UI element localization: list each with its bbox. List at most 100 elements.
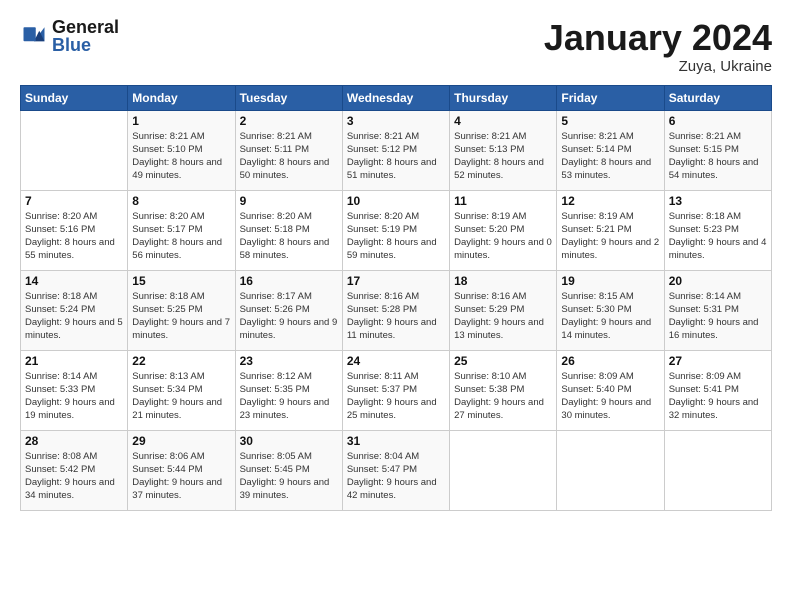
day-info: Sunrise: 8:18 AMSunset: 5:25 PMDaylight:… — [132, 290, 230, 343]
col-thursday: Thursday — [450, 85, 557, 110]
col-tuesday: Tuesday — [235, 85, 342, 110]
calendar-cell: 18 Sunrise: 8:16 AMSunset: 5:29 PMDaylig… — [450, 270, 557, 350]
day-number: 13 — [669, 194, 767, 208]
day-number: 6 — [669, 114, 767, 128]
calendar-cell: 22 Sunrise: 8:13 AMSunset: 5:34 PMDaylig… — [128, 350, 235, 430]
calendar-week-4: 21 Sunrise: 8:14 AMSunset: 5:33 PMDaylig… — [21, 350, 772, 430]
calendar-cell: 16 Sunrise: 8:17 AMSunset: 5:26 PMDaylig… — [235, 270, 342, 350]
calendar-cell: 7 Sunrise: 8:20 AMSunset: 5:16 PMDayligh… — [21, 190, 128, 270]
day-info: Sunrise: 8:20 AMSunset: 5:19 PMDaylight:… — [347, 210, 445, 263]
calendar-cell: 21 Sunrise: 8:14 AMSunset: 5:33 PMDaylig… — [21, 350, 128, 430]
day-number: 12 — [561, 194, 659, 208]
title-block: January 2024 Zuya, Ukraine — [544, 18, 772, 75]
calendar-cell: 17 Sunrise: 8:16 AMSunset: 5:28 PMDaylig… — [342, 270, 449, 350]
col-monday: Monday — [128, 85, 235, 110]
day-number: 11 — [454, 194, 552, 208]
col-friday: Friday — [557, 85, 664, 110]
calendar-cell: 4 Sunrise: 8:21 AMSunset: 5:13 PMDayligh… — [450, 110, 557, 190]
calendar-cell — [21, 110, 128, 190]
day-info: Sunrise: 8:20 AMSunset: 5:16 PMDaylight:… — [25, 210, 123, 263]
calendar-cell: 11 Sunrise: 8:19 AMSunset: 5:20 PMDaylig… — [450, 190, 557, 270]
calendar-cell: 2 Sunrise: 8:21 AMSunset: 5:11 PMDayligh… — [235, 110, 342, 190]
calendar-header-row: Sunday Monday Tuesday Wednesday Thursday… — [21, 85, 772, 110]
day-number: 23 — [240, 354, 338, 368]
calendar-week-3: 14 Sunrise: 8:18 AMSunset: 5:24 PMDaylig… — [21, 270, 772, 350]
month-title: January 2024 — [544, 18, 772, 58]
calendar-cell: 8 Sunrise: 8:20 AMSunset: 5:17 PMDayligh… — [128, 190, 235, 270]
calendar-cell: 20 Sunrise: 8:14 AMSunset: 5:31 PMDaylig… — [664, 270, 771, 350]
calendar-cell: 9 Sunrise: 8:20 AMSunset: 5:18 PMDayligh… — [235, 190, 342, 270]
location: Zuya, Ukraine — [544, 58, 772, 75]
day-info: Sunrise: 8:19 AMSunset: 5:21 PMDaylight:… — [561, 210, 659, 263]
calendar-cell: 26 Sunrise: 8:09 AMSunset: 5:40 PMDaylig… — [557, 350, 664, 430]
day-info: Sunrise: 8:21 AMSunset: 5:11 PMDaylight:… — [240, 130, 338, 183]
calendar-cell — [664, 430, 771, 510]
logo-icon — [20, 22, 48, 50]
day-info: Sunrise: 8:09 AMSunset: 5:41 PMDaylight:… — [669, 370, 767, 423]
calendar-cell: 23 Sunrise: 8:12 AMSunset: 5:35 PMDaylig… — [235, 350, 342, 430]
day-number: 28 — [25, 434, 123, 448]
day-number: 4 — [454, 114, 552, 128]
calendar-cell: 24 Sunrise: 8:11 AMSunset: 5:37 PMDaylig… — [342, 350, 449, 430]
logo-text: General Blue — [52, 18, 119, 54]
calendar-cell — [450, 430, 557, 510]
calendar-cell: 25 Sunrise: 8:10 AMSunset: 5:38 PMDaylig… — [450, 350, 557, 430]
day-info: Sunrise: 8:16 AMSunset: 5:29 PMDaylight:… — [454, 290, 552, 343]
calendar-cell: 14 Sunrise: 8:18 AMSunset: 5:24 PMDaylig… — [21, 270, 128, 350]
day-info: Sunrise: 8:21 AMSunset: 5:12 PMDaylight:… — [347, 130, 445, 183]
day-number: 14 — [25, 274, 123, 288]
day-number: 20 — [669, 274, 767, 288]
logo-blue: Blue — [52, 36, 119, 54]
calendar-table: Sunday Monday Tuesday Wednesday Thursday… — [20, 85, 772, 511]
calendar-cell: 28 Sunrise: 8:08 AMSunset: 5:42 PMDaylig… — [21, 430, 128, 510]
day-number: 27 — [669, 354, 767, 368]
day-info: Sunrise: 8:12 AMSunset: 5:35 PMDaylight:… — [240, 370, 338, 423]
calendar-cell: 19 Sunrise: 8:15 AMSunset: 5:30 PMDaylig… — [557, 270, 664, 350]
day-info: Sunrise: 8:11 AMSunset: 5:37 PMDaylight:… — [347, 370, 445, 423]
col-sunday: Sunday — [21, 85, 128, 110]
day-number: 2 — [240, 114, 338, 128]
day-number: 26 — [561, 354, 659, 368]
day-info: Sunrise: 8:14 AMSunset: 5:33 PMDaylight:… — [25, 370, 123, 423]
day-info: Sunrise: 8:21 AMSunset: 5:14 PMDaylight:… — [561, 130, 659, 183]
calendar-cell: 30 Sunrise: 8:05 AMSunset: 5:45 PMDaylig… — [235, 430, 342, 510]
header: General Blue January 2024 Zuya, Ukraine — [20, 18, 772, 75]
logo: General Blue — [20, 18, 119, 54]
calendar-cell: 31 Sunrise: 8:04 AMSunset: 5:47 PMDaylig… — [342, 430, 449, 510]
calendar-cell: 6 Sunrise: 8:21 AMSunset: 5:15 PMDayligh… — [664, 110, 771, 190]
day-info: Sunrise: 8:20 AMSunset: 5:18 PMDaylight:… — [240, 210, 338, 263]
day-info: Sunrise: 8:21 AMSunset: 5:13 PMDaylight:… — [454, 130, 552, 183]
day-info: Sunrise: 8:08 AMSunset: 5:42 PMDaylight:… — [25, 450, 123, 503]
calendar-cell: 12 Sunrise: 8:19 AMSunset: 5:21 PMDaylig… — [557, 190, 664, 270]
calendar-week-5: 28 Sunrise: 8:08 AMSunset: 5:42 PMDaylig… — [21, 430, 772, 510]
day-number: 30 — [240, 434, 338, 448]
day-number: 5 — [561, 114, 659, 128]
calendar-week-1: 1 Sunrise: 8:21 AMSunset: 5:10 PMDayligh… — [21, 110, 772, 190]
day-number: 1 — [132, 114, 230, 128]
day-info: Sunrise: 8:14 AMSunset: 5:31 PMDaylight:… — [669, 290, 767, 343]
day-info: Sunrise: 8:20 AMSunset: 5:17 PMDaylight:… — [132, 210, 230, 263]
day-info: Sunrise: 8:05 AMSunset: 5:45 PMDaylight:… — [240, 450, 338, 503]
day-info: Sunrise: 8:04 AMSunset: 5:47 PMDaylight:… — [347, 450, 445, 503]
day-info: Sunrise: 8:21 AMSunset: 5:10 PMDaylight:… — [132, 130, 230, 183]
day-number: 10 — [347, 194, 445, 208]
calendar-cell: 3 Sunrise: 8:21 AMSunset: 5:12 PMDayligh… — [342, 110, 449, 190]
col-saturday: Saturday — [664, 85, 771, 110]
calendar-week-2: 7 Sunrise: 8:20 AMSunset: 5:16 PMDayligh… — [21, 190, 772, 270]
day-info: Sunrise: 8:10 AMSunset: 5:38 PMDaylight:… — [454, 370, 552, 423]
calendar-cell: 13 Sunrise: 8:18 AMSunset: 5:23 PMDaylig… — [664, 190, 771, 270]
calendar-cell — [557, 430, 664, 510]
day-info: Sunrise: 8:18 AMSunset: 5:23 PMDaylight:… — [669, 210, 767, 263]
day-info: Sunrise: 8:15 AMSunset: 5:30 PMDaylight:… — [561, 290, 659, 343]
calendar-cell: 1 Sunrise: 8:21 AMSunset: 5:10 PMDayligh… — [128, 110, 235, 190]
logo-general: General — [52, 18, 119, 36]
day-info: Sunrise: 8:17 AMSunset: 5:26 PMDaylight:… — [240, 290, 338, 343]
calendar-page: General Blue January 2024 Zuya, Ukraine … — [0, 0, 792, 521]
calendar-cell: 15 Sunrise: 8:18 AMSunset: 5:25 PMDaylig… — [128, 270, 235, 350]
day-number: 9 — [240, 194, 338, 208]
day-number: 18 — [454, 274, 552, 288]
day-number: 7 — [25, 194, 123, 208]
calendar-cell: 29 Sunrise: 8:06 AMSunset: 5:44 PMDaylig… — [128, 430, 235, 510]
day-info: Sunrise: 8:16 AMSunset: 5:28 PMDaylight:… — [347, 290, 445, 343]
day-number: 21 — [25, 354, 123, 368]
